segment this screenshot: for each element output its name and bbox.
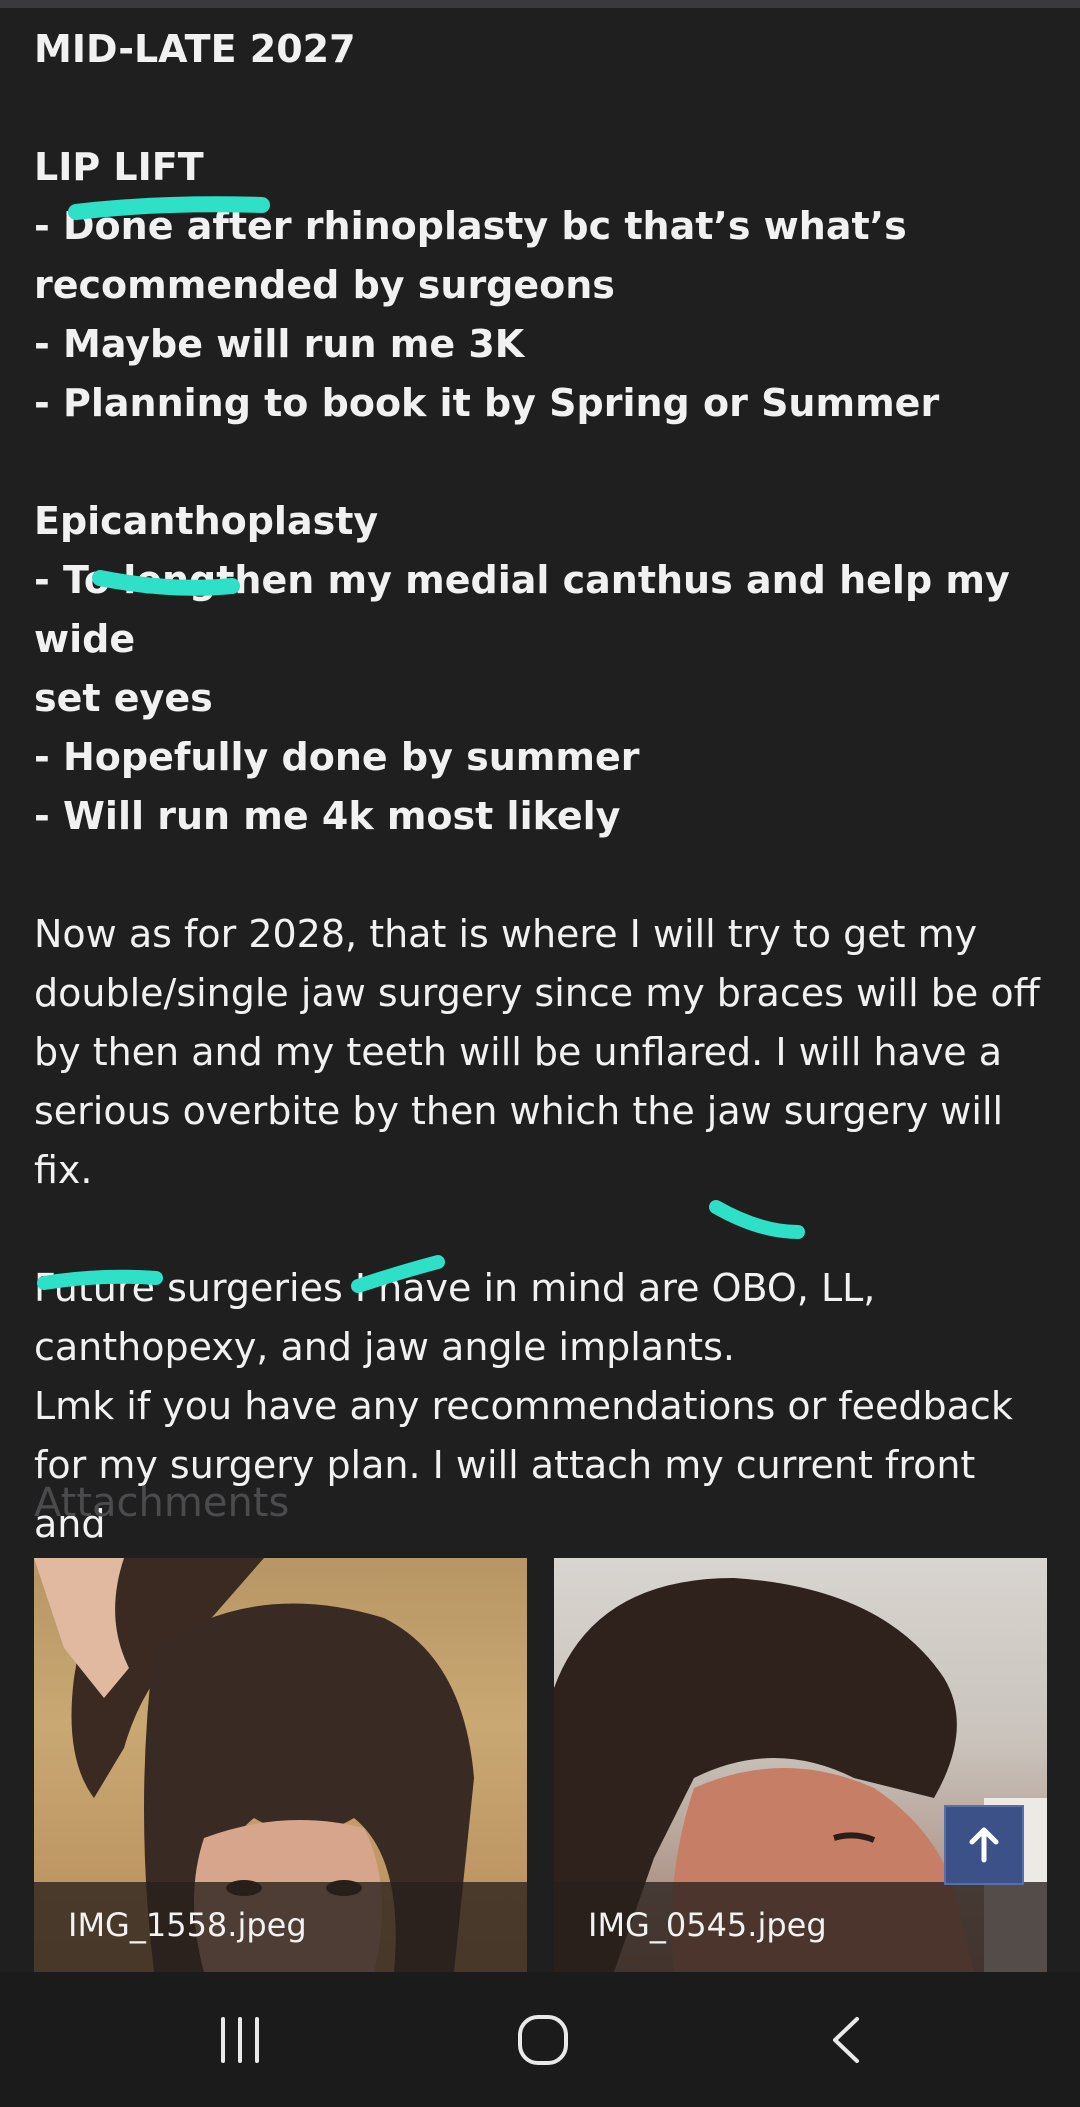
android-navigation-bar (0, 1972, 1080, 2107)
highlight-mark-ll (709, 1200, 805, 1239)
highlighter-marks (37, 196, 805, 1293)
attachment-caption: IMG_1558.jpeg (34, 1882, 527, 1972)
attachment-thumbnail-2[interactable]: IMG_0545.jpeg (554, 1558, 1047, 1972)
attachments-heading: Attachments (34, 1480, 290, 1526)
nav-back-button[interactable] (766, 1972, 926, 2107)
highlight-mark-canthopexy (37, 1269, 163, 1290)
nav-recents-button[interactable] (160, 1972, 320, 2107)
home-icon (518, 2014, 568, 2065)
attachment-filename: IMG_0545.jpeg (588, 1906, 827, 1944)
back-icon (833, 2016, 859, 2063)
attachment-caption: IMG_0545.jpeg (554, 1882, 1047, 1972)
scroll-to-top-button[interactable] (944, 1805, 1024, 1885)
highlight-mark-lip-lift (68, 196, 270, 220)
nav-home-button[interactable] (463, 1972, 623, 2107)
attachment-filename: IMG_1558.jpeg (68, 1906, 307, 1944)
arrow-up-icon (969, 1827, 999, 1863)
highlight-mark-lengthen (92, 570, 240, 596)
post-line: Lmk if you have any recommendations or f… (34, 1384, 1013, 1428)
attachment-thumbnail-1[interactable]: IMG_1558.jpeg (34, 1558, 527, 1972)
post-line: canthopexy, and jaw angle implants. (34, 1325, 735, 1369)
recents-icon (221, 2016, 259, 2063)
highlight-mark-jaw-angle (351, 1255, 445, 1293)
